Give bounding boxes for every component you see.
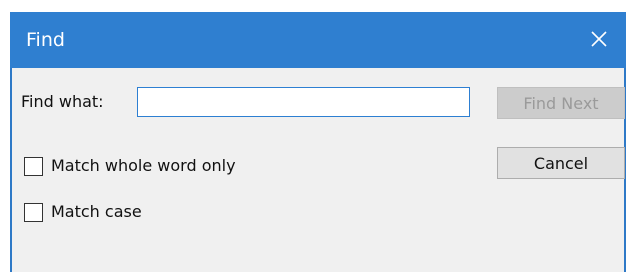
find-next-button[interactable]: Find Next	[497, 87, 625, 119]
find-dialog: Find Find what: Find Next Cancel Match w…	[10, 12, 626, 272]
find-what-label: Find what:	[21, 92, 104, 111]
match-case-checkbox[interactable]	[24, 202, 43, 222]
title-bar[interactable]: Find	[10, 12, 626, 68]
close-icon	[590, 30, 608, 48]
match-case-label: Match case	[51, 202, 142, 221]
cancel-button[interactable]: Cancel	[497, 147, 625, 179]
find-what-input[interactable]	[137, 87, 470, 117]
match-whole-word-label: Match whole word only	[51, 156, 236, 175]
close-button[interactable]	[582, 22, 616, 56]
match-whole-word-option[interactable]: Match whole word only	[24, 156, 236, 176]
dialog-body: Find what: Find Next Cancel Match whole …	[12, 68, 625, 272]
dialog-title: Find	[26, 29, 65, 51]
match-case-option[interactable]: Match case	[24, 202, 142, 222]
match-whole-word-checkbox[interactable]	[24, 156, 43, 176]
